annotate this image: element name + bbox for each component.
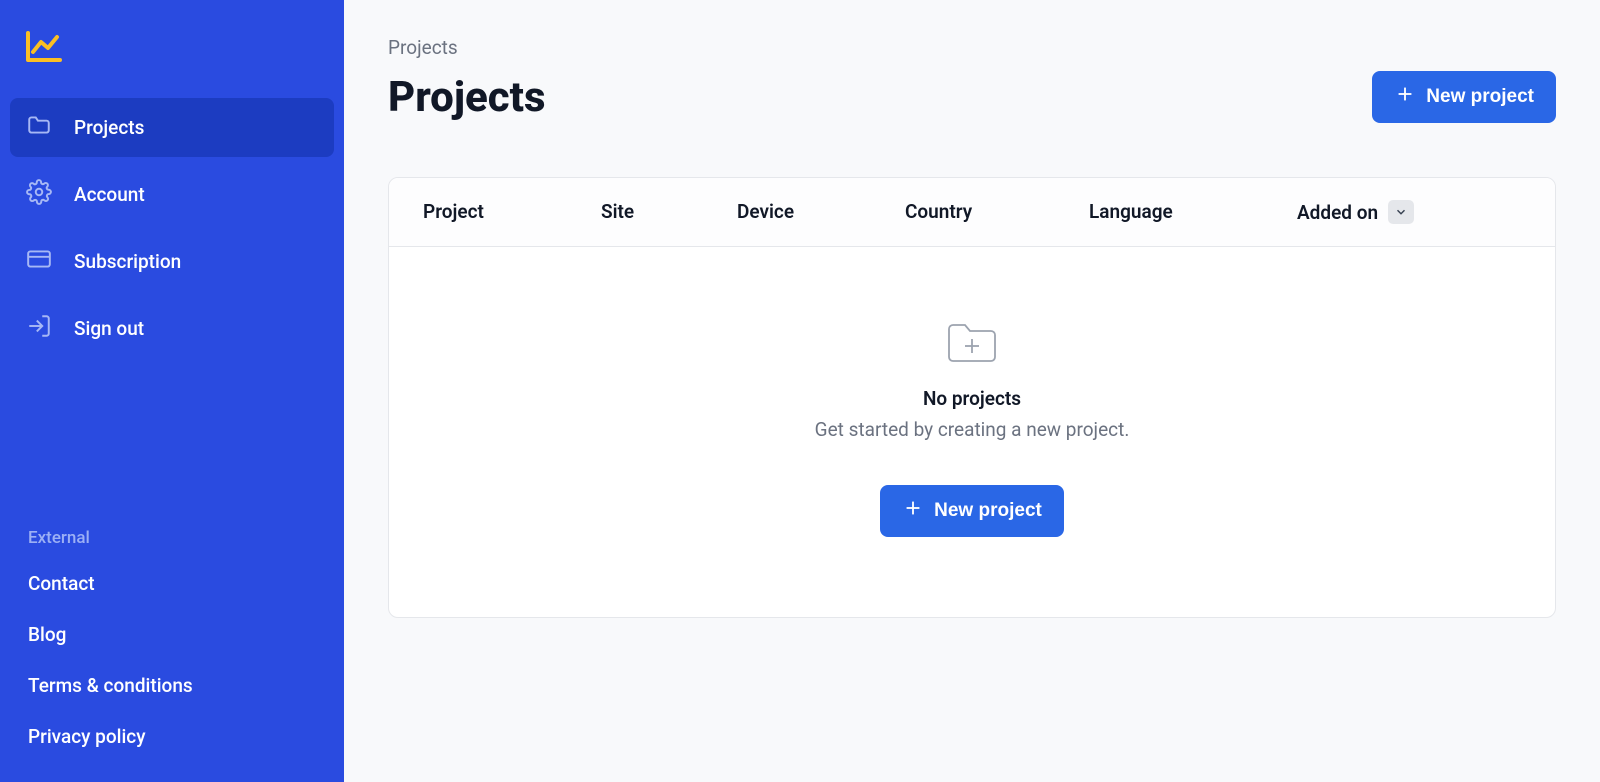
page-header: Projects New project [388,71,1556,123]
empty-state-title: No projects [409,387,1535,410]
folder-plus-icon [943,317,1001,367]
chevron-down-icon [1394,201,1408,224]
sidebar: Projects Account Subscription Sign out E… [0,0,344,782]
external-link-privacy[interactable]: Privacy policy [10,711,334,762]
external-link-terms[interactable]: Terms & conditions [10,660,334,711]
empty-state-subtitle: Get started by creating a new project. [409,418,1535,441]
sidebar-item-label: Projects [74,116,144,139]
projects-card: Project Site Device Country Language Add… [388,177,1556,618]
external-link-blog[interactable]: Blog [10,609,334,660]
empty-state: No projects Get started by creating a ne… [389,247,1555,617]
sort-indicator[interactable] [1388,200,1414,224]
plus-icon [902,497,924,525]
th-country[interactable]: Country [905,200,1089,224]
table-header: Project Site Device Country Language Add… [389,178,1555,247]
external-link-contact[interactable]: Contact [10,558,334,609]
sidebar-item-label: Subscription [74,250,181,273]
th-language[interactable]: Language [1089,200,1297,224]
logo [10,30,334,98]
sidebar-item-projects[interactable]: Projects [10,98,334,157]
folder-icon [26,112,52,143]
button-label: New project [1426,86,1534,108]
th-project[interactable]: Project [423,200,601,224]
sidebar-item-account[interactable]: Account [10,165,334,224]
plus-icon [1394,83,1416,111]
th-device[interactable]: Device [737,200,905,224]
page-title: Projects [388,73,546,122]
sidebar-item-signout[interactable]: Sign out [10,299,334,358]
th-label: Added on [1297,201,1378,224]
button-label: New project [934,500,1042,522]
external-header: External [10,518,334,558]
credit-card-icon [26,246,52,277]
new-project-button-empty[interactable]: New project [880,485,1064,537]
sidebar-item-label: Account [74,183,145,206]
sidebar-item-label: Sign out [74,317,144,340]
sidebar-item-subscription[interactable]: Subscription [10,232,334,291]
gear-icon [26,179,52,210]
sign-out-icon [26,313,52,344]
breadcrumb: Projects [388,36,1556,59]
new-project-button[interactable]: New project [1372,71,1556,123]
th-added-on[interactable]: Added on [1297,200,1414,224]
th-site[interactable]: Site [601,200,737,224]
main-content: Projects Projects New project Project Si… [344,0,1600,782]
